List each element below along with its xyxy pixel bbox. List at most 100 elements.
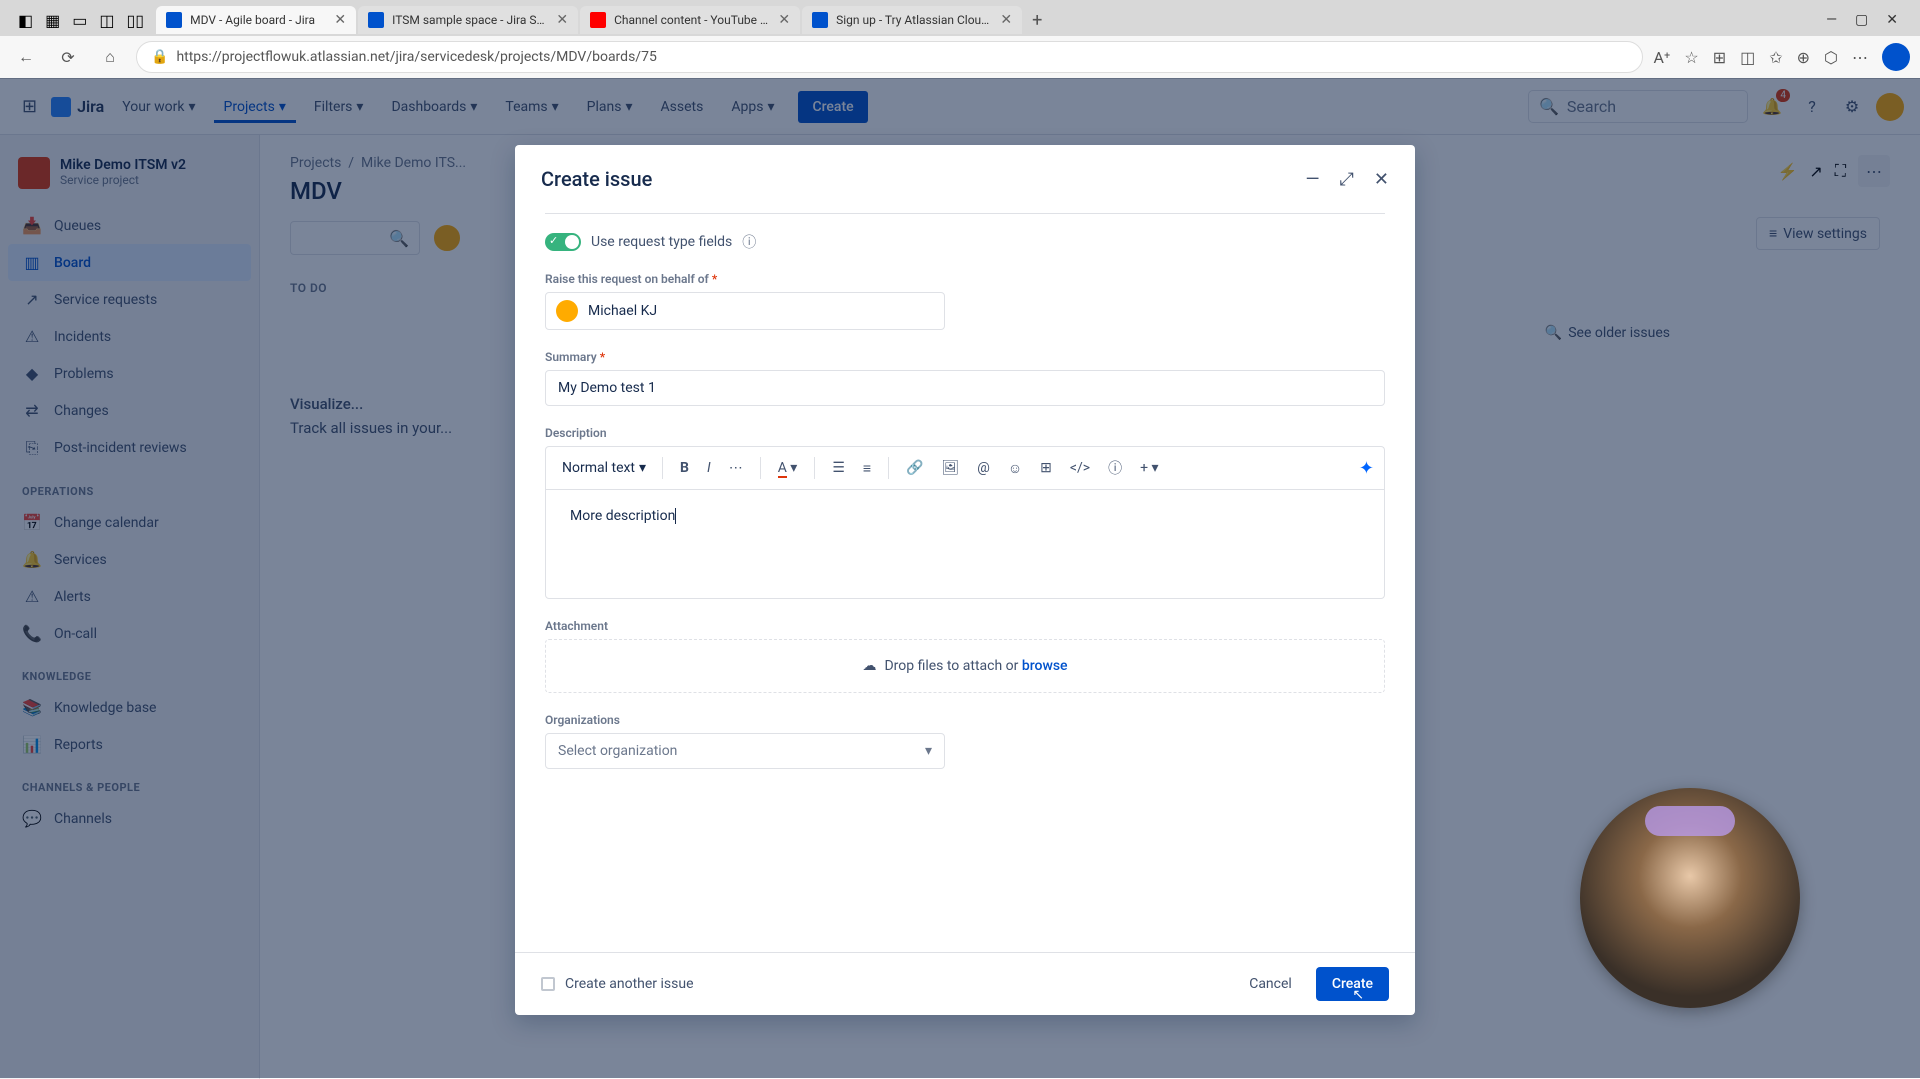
share-icon[interactable]: ↗ xyxy=(1809,162,1822,181)
sidebar-item-problems[interactable]: ◆Problems xyxy=(8,355,251,392)
workspace-icon[interactable]: ▦ xyxy=(45,11,60,30)
browser-tab-active[interactable]: MDV - Agile board - Jira ✕ xyxy=(156,6,356,34)
italic-button[interactable]: I xyxy=(700,455,718,481)
behalf-field[interactable]: Michael KJ xyxy=(545,292,945,330)
insert-button[interactable]: + ▾ xyxy=(1133,455,1165,481)
sidebar-item-services[interactable]: 🔔Services xyxy=(8,541,251,578)
info-panel-button[interactable]: ⓘ xyxy=(1101,453,1129,483)
close-window-icon[interactable]: ✕ xyxy=(1886,12,1898,28)
sidebar-item-knowledge-base[interactable]: 📚Knowledge base xyxy=(8,689,251,726)
sidebar-item-changes[interactable]: ⇄Changes xyxy=(8,392,251,429)
nav-projects[interactable]: Projects▾ xyxy=(214,91,296,123)
emoji-button[interactable]: ☺ xyxy=(1001,455,1029,482)
sidebar-item-reports[interactable]: 📊Reports xyxy=(8,726,251,763)
more-formatting-button[interactable]: ⋯ xyxy=(722,455,750,481)
sidebar-item-service-requests[interactable]: ↗Service requests xyxy=(8,281,251,318)
split-screen-icon[interactable]: ◫ xyxy=(1740,48,1755,67)
notifications-button[interactable]: 🔔4 xyxy=(1756,91,1788,123)
see-older-issues[interactable]: 🔍See older issues xyxy=(1545,325,1670,341)
settings-button[interactable]: ⚙ xyxy=(1836,91,1868,123)
bold-button[interactable]: B xyxy=(673,455,696,481)
sidebar-item-change-calendar[interactable]: 📅Change calendar xyxy=(8,504,251,541)
sidebar-item-on-call[interactable]: 📞On-call xyxy=(8,615,251,652)
code-button[interactable]: </> xyxy=(1063,455,1097,481)
create-another-row[interactable]: Create another issue xyxy=(541,976,694,992)
breadcrumb-projects[interactable]: Projects xyxy=(290,155,341,171)
home-button[interactable]: ⌂ xyxy=(94,41,126,73)
project-header[interactable]: Mike Demo ITSM v2 Service project xyxy=(8,151,251,207)
create-button[interactable]: Create xyxy=(798,91,867,123)
favorite-icon[interactable]: ☆ xyxy=(1684,48,1698,67)
nav-teams[interactable]: Teams▾ xyxy=(495,91,568,123)
attachment-dropzone[interactable]: ☁ Drop files to attach or browse xyxy=(545,639,1385,693)
sidebar-item-board[interactable]: ▥Board xyxy=(8,244,251,281)
jira-logo[interactable]: Jira xyxy=(51,97,104,117)
view-settings-button[interactable]: ≡View settings xyxy=(1756,217,1880,250)
help-button[interactable]: ? xyxy=(1796,91,1828,123)
info-icon[interactable]: ⓘ xyxy=(742,232,756,252)
table-button[interactable]: ⊞ xyxy=(1033,455,1059,481)
bullet-list-button[interactable]: ☰ xyxy=(825,455,852,481)
nav-your-work[interactable]: Your work▾ xyxy=(112,91,205,123)
vertical-tabs-icon[interactable]: ◫ xyxy=(99,11,114,30)
profile-icon[interactable] xyxy=(1882,43,1910,71)
extensions-icon[interactable]: ⊞ xyxy=(1713,48,1726,67)
breadcrumb-project[interactable]: Mike Demo ITS... xyxy=(361,155,466,171)
image-button[interactable]: 🖼 xyxy=(935,455,967,481)
fullscreen-icon[interactable]: ⛶ xyxy=(1835,161,1846,181)
numbered-list-button[interactable]: ≡ xyxy=(856,455,878,482)
close-icon[interactable]: ✕ xyxy=(556,12,568,28)
browse-link[interactable]: browse xyxy=(1022,658,1068,674)
app-switcher-icon[interactable]: ⊞ xyxy=(16,90,43,123)
link-button[interactable]: 🔗 xyxy=(899,455,930,481)
url-input[interactable]: 🔒 https://projectflowuk.atlassian.net/ji… xyxy=(136,41,1643,73)
cancel-button[interactable]: Cancel xyxy=(1237,968,1304,1000)
more-icon[interactable]: ⋯ xyxy=(1852,48,1868,67)
nav-dashboards[interactable]: Dashboards▾ xyxy=(381,91,487,123)
back-button[interactable]: ← xyxy=(10,41,42,73)
browser-tab[interactable]: ITSM sample space - Jira Service ✕ xyxy=(358,6,578,34)
sidebar-item-post-incident[interactable]: ⎘Post-incident reviews xyxy=(8,429,251,467)
text-style-dropdown[interactable]: Normal text▾ xyxy=(556,456,652,480)
sidebar-item-channels[interactable]: 💬Channels xyxy=(8,800,251,837)
more-actions-button[interactable]: ⋯ xyxy=(1858,155,1890,187)
create-submit-button[interactable]: Create↖ xyxy=(1316,967,1389,1001)
browser-tab[interactable]: Channel content - YouTube Studio ✕ xyxy=(580,6,800,34)
expand-modal-icon[interactable]: ⤢ xyxy=(1340,169,1354,190)
request-type-toggle[interactable]: ✓ xyxy=(545,233,581,251)
minimize-modal-icon[interactable]: — xyxy=(1305,169,1319,190)
board-search-input[interactable]: 🔍 xyxy=(290,221,420,255)
nav-assets[interactable]: Assets xyxy=(651,91,714,123)
sidebar-item-incidents[interactable]: ⚠Incidents xyxy=(8,318,251,355)
search-input[interactable]: 🔍 Search xyxy=(1528,90,1748,123)
read-aloud-icon[interactable]: A⁺ xyxy=(1653,48,1670,67)
new-tab-button[interactable]: + xyxy=(1024,6,1050,35)
sidebar-item-alerts[interactable]: ⚠Alerts xyxy=(8,578,251,615)
modal-body[interactable]: ✓ Use request type fields ⓘ Raise this r… xyxy=(515,205,1415,952)
maximize-icon[interactable]: ▢ xyxy=(1855,12,1868,28)
text-color-button[interactable]: A ▾ xyxy=(771,455,805,481)
minimize-icon[interactable]: — xyxy=(1826,12,1837,28)
refresh-button[interactable]: ⟳ xyxy=(52,41,84,73)
favorites-bar-icon[interactable]: ✩ xyxy=(1769,48,1782,67)
nav-apps[interactable]: Apps▾ xyxy=(721,91,784,123)
close-icon[interactable]: ✕ xyxy=(1000,12,1012,28)
close-modal-icon[interactable]: ✕ xyxy=(1374,169,1389,190)
sidebar-item-queues[interactable]: 📥Queues xyxy=(8,207,251,244)
automation-icon[interactable]: ⚡ xyxy=(1777,162,1797,181)
summary-input[interactable] xyxy=(545,370,1385,406)
assignee-avatar[interactable] xyxy=(432,223,462,253)
description-editor[interactable]: More description xyxy=(545,489,1385,599)
collections-icon[interactable]: ⊕ xyxy=(1797,48,1810,67)
mention-button[interactable]: @ xyxy=(970,455,997,481)
tab-groups-icon[interactable]: ▯▯ xyxy=(127,11,145,30)
ai-assist-icon[interactable]: ✦ xyxy=(1359,458,1374,479)
close-icon[interactable]: ✕ xyxy=(334,12,346,28)
organizations-select[interactable]: Select organization ▾ xyxy=(545,733,945,769)
browser-tab[interactable]: Sign up - Try Atlassian Cloud | At ✕ xyxy=(802,6,1022,34)
nav-plans[interactable]: Plans▾ xyxy=(577,91,643,123)
extension-icon[interactable]: ⬡ xyxy=(1824,48,1838,67)
user-avatar[interactable] xyxy=(1876,93,1904,121)
close-icon[interactable]: ✕ xyxy=(778,12,790,28)
create-another-checkbox[interactable] xyxy=(541,977,555,991)
